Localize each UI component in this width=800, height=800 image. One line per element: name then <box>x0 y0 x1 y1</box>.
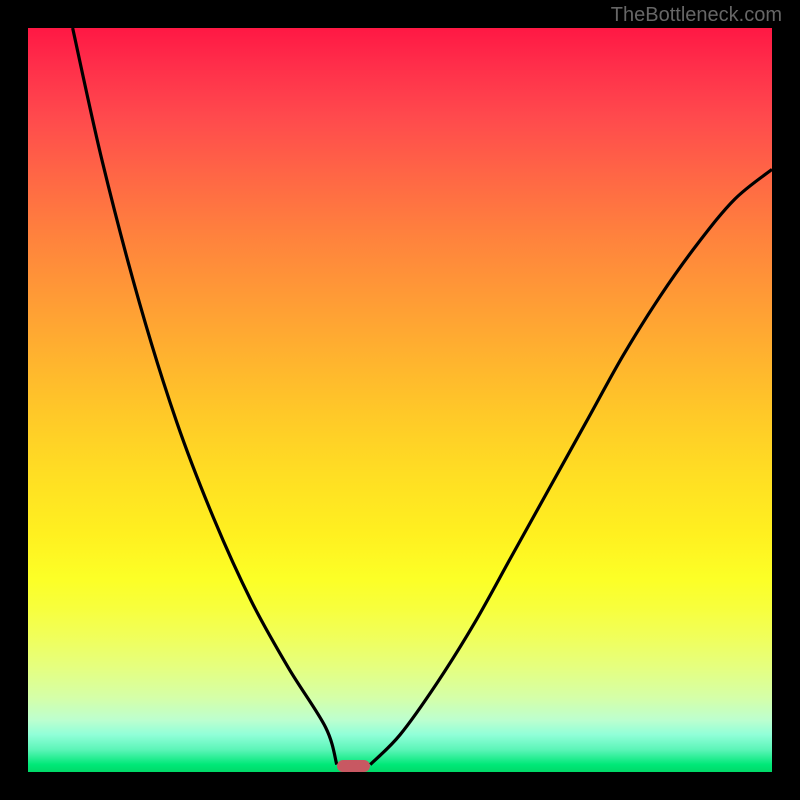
chart-plot-area <box>28 28 772 772</box>
curve-svg <box>28 28 772 772</box>
left-curve-path <box>73 28 337 765</box>
right-curve-path <box>370 169 772 764</box>
watermark-text: TheBottleneck.com <box>611 4 782 27</box>
bottleneck-marker <box>337 760 370 772</box>
